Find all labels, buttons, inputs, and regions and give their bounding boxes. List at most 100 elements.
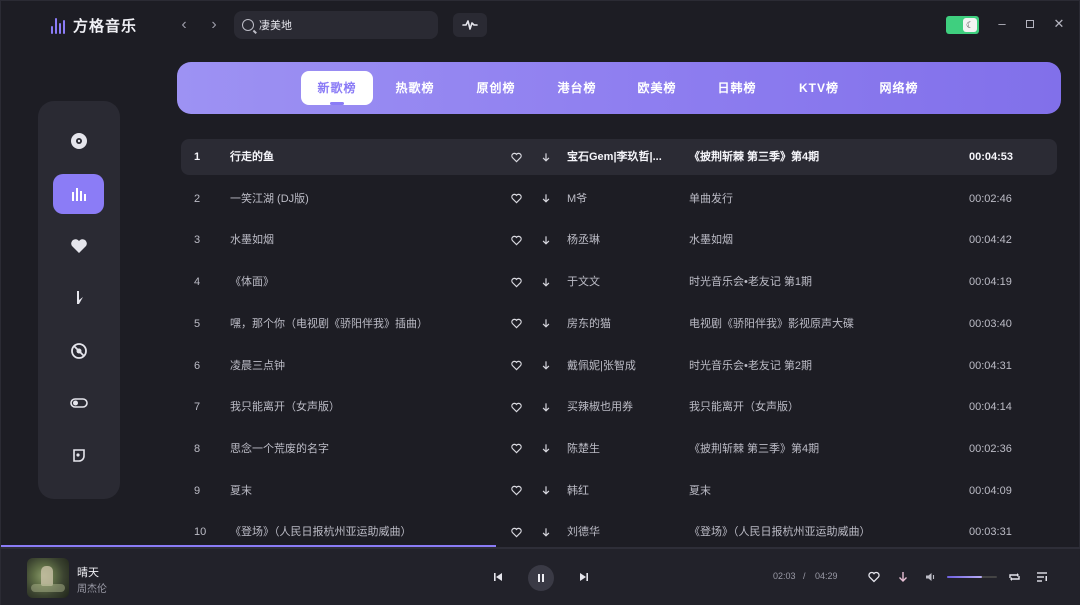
table-row[interactable]: 9 夏末 韩红 夏末 00:04:09 <box>181 473 1057 509</box>
sidebar-item-settings[interactable] <box>53 435 104 475</box>
back-arrow-icon[interactable]: ‹ <box>175 15 193 35</box>
song-album[interactable]: 夏末 <box>689 473 929 509</box>
song-artist[interactable]: 房东的猫 <box>567 306 667 342</box>
sidebar-item-favorites[interactable] <box>53 226 104 266</box>
voice-search-button[interactable] <box>453 13 487 37</box>
song-title[interactable]: 思念一个荒废的名字 <box>230 431 500 467</box>
volume-icon <box>926 573 935 581</box>
volume-slider[interactable] <box>947 576 997 578</box>
song-title[interactable]: 水墨如烟 <box>230 222 500 258</box>
sidebar-item-charts[interactable] <box>53 174 104 214</box>
download-icon[interactable] <box>541 431 553 467</box>
minimize-icon[interactable]: – <box>995 16 1009 32</box>
song-title[interactable]: 一笑江湖 (DJ版) <box>230 181 500 217</box>
heart-outline-icon[interactable] <box>511 431 525 467</box>
song-album[interactable]: 《登场》（人民日报杭州亚运助威曲） <box>689 514 929 547</box>
now-playing-artist: 周杰伦 <box>77 584 107 595</box>
search-input[interactable] <box>259 19 429 31</box>
theme-toggle[interactable]: ☾ <box>946 16 979 34</box>
heart-outline-icon[interactable] <box>511 306 525 342</box>
song-artist[interactable]: 买辣椒也用券 <box>567 389 667 425</box>
next-button[interactable] <box>578 570 590 588</box>
song-artist[interactable]: 戴佩妮|张智成 <box>567 348 667 384</box>
song-title[interactable]: 嘿，那个你（电视剧《骄阳伴我》插曲） <box>230 306 500 342</box>
download-icon[interactable] <box>541 222 553 258</box>
download-icon[interactable] <box>541 264 553 300</box>
song-album[interactable]: 我只能离开（女声版） <box>689 389 929 425</box>
song-artist[interactable]: 杨丞琳 <box>567 222 667 258</box>
like-button[interactable] <box>868 570 880 588</box>
song-artist[interactable]: 陈楚生 <box>567 431 667 467</box>
song-artist[interactable]: 宝石Gem|李玖哲|... <box>567 139 667 175</box>
playback-progress[interactable] <box>1 545 1080 549</box>
total-time: 04:29 <box>815 571 838 581</box>
pause-button[interactable] <box>528 565 554 591</box>
sidebar-item-toggle[interactable] <box>53 383 104 423</box>
heart-outline-icon[interactable] <box>511 389 525 425</box>
playlist-button[interactable] <box>1036 570 1049 588</box>
song-album[interactable]: 单曲发行 <box>689 181 929 217</box>
download-icon[interactable] <box>541 473 553 509</box>
download-icon[interactable] <box>541 139 553 175</box>
table-row[interactable]: 10 《登场》（人民日报杭州亚运助威曲） 刘德华 《登场》（人民日报杭州亚运助威曲） 0… <box>181 514 1057 547</box>
song-number: 3 <box>194 234 201 247</box>
heart-outline-icon[interactable] <box>511 514 525 547</box>
previous-button[interactable] <box>492 570 504 588</box>
sidebar-item-music[interactable] <box>53 278 104 318</box>
song-artist[interactable]: 刘德华 <box>567 514 667 547</box>
sidebar-item-records[interactable] <box>53 331 104 371</box>
heart-outline-icon[interactable] <box>511 181 525 217</box>
sidebar-item-disc[interactable] <box>53 121 104 161</box>
song-artist[interactable]: M爷 <box>567 181 667 217</box>
volume-button[interactable] <box>925 570 937 588</box>
download-icon[interactable] <box>541 348 553 384</box>
heart-outline-icon[interactable] <box>511 473 525 509</box>
download-button[interactable] <box>897 570 909 588</box>
song-album[interactable]: 时光音乐会•老友记 第1期 <box>689 264 929 300</box>
heart-outline-icon[interactable] <box>511 264 525 300</box>
song-title[interactable]: 凌晨三点钟 <box>230 348 500 384</box>
tab-ktv[interactable]: KTV榜 <box>789 71 849 105</box>
playback-progress-fill <box>1 545 496 547</box>
song-title[interactable]: 《登场》（人民日报杭州亚运助威曲） <box>230 514 500 547</box>
download-icon[interactable] <box>541 181 553 217</box>
tab-jp-kr[interactable]: 日韩榜 <box>709 71 765 105</box>
tab-hot-songs[interactable]: 热歌榜 <box>387 71 443 105</box>
repeat-button[interactable] <box>1008 570 1021 588</box>
song-title[interactable]: 夏末 <box>230 473 500 509</box>
song-title[interactable]: 我只能离开（女声版） <box>230 389 500 425</box>
download-icon[interactable] <box>541 306 553 342</box>
table-row[interactable]: 8 思念一个荒废的名字 陈楚生 《披荆斩棘 第三季》第4期 00:02:36 <box>181 431 1057 467</box>
heart-outline-icon[interactable] <box>511 222 525 258</box>
song-title[interactable]: 行走的鱼 <box>230 139 500 175</box>
table-row[interactable]: 7 我只能离开（女声版） 买辣椒也用券 我只能离开（女声版） 00:04:14 <box>181 389 1057 425</box>
download-icon[interactable] <box>541 389 553 425</box>
maximize-icon[interactable] <box>1023 16 1037 32</box>
table-row[interactable]: 6 凌晨三点钟 戴佩妮|张智成 时光音乐会•老友记 第2期 00:04:31 <box>181 348 1057 384</box>
song-artist[interactable]: 于文文 <box>567 264 667 300</box>
song-album[interactable]: 水墨如烟 <box>689 222 929 258</box>
heart-outline-icon[interactable] <box>511 139 525 175</box>
search-box[interactable] <box>234 11 438 39</box>
song-album[interactable]: 《披荆斩棘 第三季》第4期 <box>689 139 929 175</box>
table-row[interactable]: 4 《体面》 于文文 时光音乐会•老友记 第1期 00:04:19 <box>181 264 1057 300</box>
song-title[interactable]: 《体面》 <box>230 264 500 300</box>
song-album[interactable]: 电视剧《骄阳伴我》影视原声大碟 <box>689 306 929 342</box>
table-row[interactable]: 5 嘿，那个你（电视剧《骄阳伴我》插曲） 房东的猫 电视剧《骄阳伴我》影视原声大碟 00… <box>181 306 1057 342</box>
tab-original[interactable]: 原创榜 <box>468 71 524 105</box>
download-icon[interactable] <box>541 514 553 547</box>
tab-new-songs[interactable]: 新歌榜 <box>301 71 373 105</box>
table-row[interactable]: 1 行走的鱼 宝石Gem|李玖哲|... 《披荆斩棘 第三季》第4期 00:04:53 <box>181 139 1057 175</box>
table-row[interactable]: 2 一笑江湖 (DJ版) M爷 单曲发行 00:02:46 <box>181 181 1057 217</box>
album-cover[interactable] <box>27 558 69 598</box>
song-album[interactable]: 《披荆斩棘 第三季》第4期 <box>689 431 929 467</box>
heart-outline-icon[interactable] <box>511 348 525 384</box>
song-album[interactable]: 时光音乐会•老友记 第2期 <box>689 348 929 384</box>
song-artist[interactable]: 韩红 <box>567 473 667 509</box>
tab-internet[interactable]: 网络榜 <box>871 71 927 105</box>
table-row[interactable]: 3 水墨如烟 杨丞琳 水墨如烟 00:04:42 <box>181 222 1057 258</box>
forward-arrow-icon[interactable]: › <box>205 15 223 35</box>
close-icon[interactable]: ✕ <box>1052 16 1066 32</box>
tab-western[interactable]: 欧美榜 <box>629 71 685 105</box>
tab-hk-tw[interactable]: 港台榜 <box>549 71 605 105</box>
